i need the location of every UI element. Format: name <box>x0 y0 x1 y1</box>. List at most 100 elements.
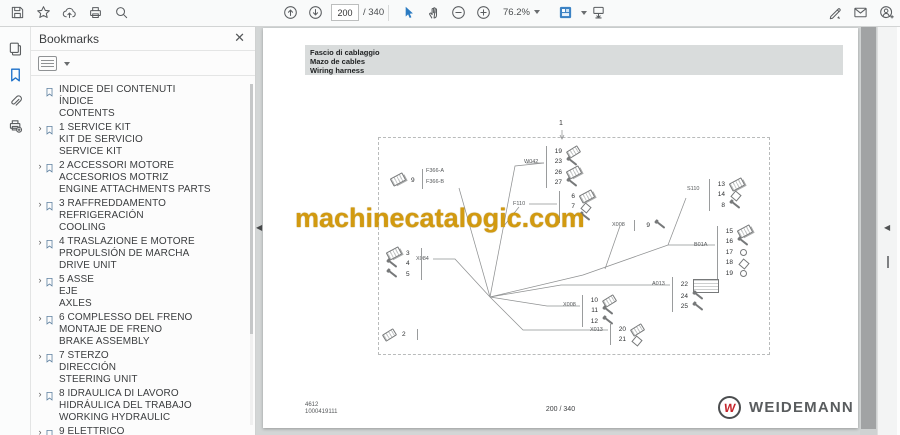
cloud-upload-icon[interactable] <box>57 1 81 24</box>
print-icon[interactable] <box>83 1 107 24</box>
callout-item: 2 <box>381 328 414 343</box>
bookmark-item[interactable]: › 2 ACCESSORI MOTORE ACCESORIOS MOTRIZ ENGI… <box>35 160 247 196</box>
bookmark-flag-icon <box>45 312 59 348</box>
attachments-icon[interactable] <box>0 89 30 113</box>
chevron-right-icon[interactable]: › <box>35 350 45 386</box>
bookmark-flag-icon <box>45 388 59 424</box>
part-number: 9 <box>646 221 650 229</box>
chevron-right-icon[interactable]: › <box>35 274 45 310</box>
printer-badge-icon[interactable] <box>0 114 30 138</box>
page-display-icon[interactable] <box>553 1 577 24</box>
callout-item: 18 <box>721 258 754 270</box>
bookmark-flag-icon <box>45 236 59 272</box>
connector-label: X008 <box>612 222 625 228</box>
star-icon[interactable] <box>31 1 55 24</box>
panel-divider <box>31 50 255 51</box>
email-icon[interactable] <box>848 1 872 24</box>
part-glyph-screw <box>691 291 709 301</box>
callout-group: 15 16 17 18 19 <box>717 224 754 279</box>
chevron-right-icon[interactable]: › <box>35 426 45 435</box>
close-icon[interactable]: ✕ <box>234 30 245 46</box>
page-up-icon[interactable] <box>278 1 302 24</box>
part-glyph-ring <box>736 268 754 278</box>
callout-item: 5 <box>385 269 418 280</box>
chevron-right-icon[interactable]: › <box>35 122 45 158</box>
chevron-right-icon[interactable]: › <box>35 198 45 234</box>
callout-item: 19 <box>550 145 583 160</box>
callout-group: 22 24 25 <box>672 277 719 312</box>
weidemann-logo-icon: W <box>718 396 741 419</box>
bookmark-item[interactable]: › 7 STERZO DIRECCIÓN STEERING UNIT <box>35 350 247 386</box>
part-number: 11 <box>591 307 598 315</box>
bookmark-item[interactable]: › 9 ELETTRICO <box>35 426 247 435</box>
part-glyph-clip <box>736 258 754 270</box>
page-thumbnails-icon[interactable] <box>0 37 30 61</box>
tools-pane-collapsed: ◀ <box>877 26 900 435</box>
bookmark-item[interactable]: › 3 RAFFREDDAMENTO REFRIGERACIÓN COOLING <box>35 198 247 234</box>
part-glyph-ring <box>736 247 754 257</box>
part-number: 12 <box>590 317 598 325</box>
page-number-input[interactable] <box>331 4 359 21</box>
brand-name: WEIDEMANN <box>749 399 854 416</box>
connector-label: X013 <box>590 327 603 333</box>
part-glyph-clip <box>629 335 647 347</box>
part-number: 4 <box>406 260 410 268</box>
bookmark-item[interactable]: › 4 TRASLAZIONE E MOTORE PROPULSIÓN DE MAR… <box>35 236 247 272</box>
bookmark-item[interactable]: › 5 ASSE EJE AXLES <box>35 274 247 310</box>
toolbar-divider <box>388 5 389 21</box>
bookmark-flag-icon <box>45 160 59 196</box>
expand-tools-pane-icon[interactable]: ◀ <box>884 223 890 232</box>
collapse-left-pane-icon[interactable]: ◀ <box>256 223 262 232</box>
part-glyph-plate <box>691 279 719 293</box>
bookmark-flag-icon <box>45 350 59 386</box>
vertical-scrollbar[interactable] <box>860 26 877 435</box>
select-tool-icon[interactable] <box>396 1 420 24</box>
chevron-right-icon[interactable]: › <box>35 312 45 348</box>
part-glyph-screw <box>728 200 746 210</box>
scrollbar-thumb[interactable] <box>861 27 876 429</box>
chevron-right-icon[interactable]: › <box>35 236 45 272</box>
callout-item: 27 <box>550 178 583 189</box>
bookmark-flag-icon <box>45 426 59 435</box>
part-glyph-conn2 <box>736 224 754 240</box>
document-canvas: ◀ Fascio di cablaggio Mazo de cables Wir… <box>255 26 860 435</box>
zoom-out-icon[interactable] <box>446 1 470 24</box>
connector-label: W042 <box>524 159 539 165</box>
part-number: 16 <box>725 238 733 246</box>
fill-sign-icon[interactable] <box>822 1 846 24</box>
bookmark-label: 5 ASSE EJE AXLES <box>59 274 95 309</box>
save-icon[interactable] <box>5 1 29 24</box>
find-icon[interactable] <box>109 1 133 24</box>
page-down-icon[interactable] <box>303 1 327 24</box>
page-title-es: Mazo de cables <box>310 57 366 66</box>
connector-label: X008 <box>563 302 576 308</box>
part-number: 2 <box>402 330 406 338</box>
bookmarks-icon[interactable] <box>0 63 30 87</box>
pane-drag-handle[interactable] <box>887 256 889 268</box>
scrolling-mode-icon[interactable] <box>586 1 610 24</box>
account-icon[interactable] <box>874 1 898 24</box>
part-number: 5 <box>406 270 410 278</box>
bookmark-options-icon[interactable] <box>38 56 70 71</box>
zoom-in-icon[interactable] <box>471 1 495 24</box>
part-glyph-screw <box>565 178 583 188</box>
part-glyph-conn2 <box>385 246 403 262</box>
zoom-level-dropdown[interactable]: 76.2% <box>503 7 540 18</box>
bookmark-item[interactable]: › 8 IDRAULICA DI LAVORO HIDRÁULICA DEL TRA… <box>35 388 247 424</box>
bookmark-label: 3 RAFFREDDAMENTO REFRIGERACIÓN COOLING <box>59 198 166 233</box>
bookmark-item[interactable]: › 1 SERVICE KIT KIT DE SERVICIO SERVICE KIT <box>35 122 247 158</box>
part-number: 19 <box>725 269 733 277</box>
part-glyph-screw <box>653 220 671 230</box>
panel-scrollbar[interactable] <box>250 84 253 425</box>
callout-item: 13 <box>713 177 746 193</box>
part-number: 22 <box>680 280 688 288</box>
bookmark-item[interactable]: › 6 COMPLESSO DEL FRENO MONTAJE DE FRENO BR… <box>35 312 247 348</box>
hand-tool-icon[interactable] <box>421 1 445 24</box>
bookmark-item[interactable]: INDICE DEI CONTENUTI ÍNDICE CONTENTS <box>35 84 247 120</box>
chevron-right-icon[interactable]: › <box>35 160 45 196</box>
part-number: 14 <box>717 191 725 199</box>
part-glyph-conn <box>629 323 647 338</box>
chevron-right-icon[interactable]: › <box>35 388 45 424</box>
part-glyph-conn2 <box>578 189 596 205</box>
part-glyph-connector <box>389 172 407 187</box>
